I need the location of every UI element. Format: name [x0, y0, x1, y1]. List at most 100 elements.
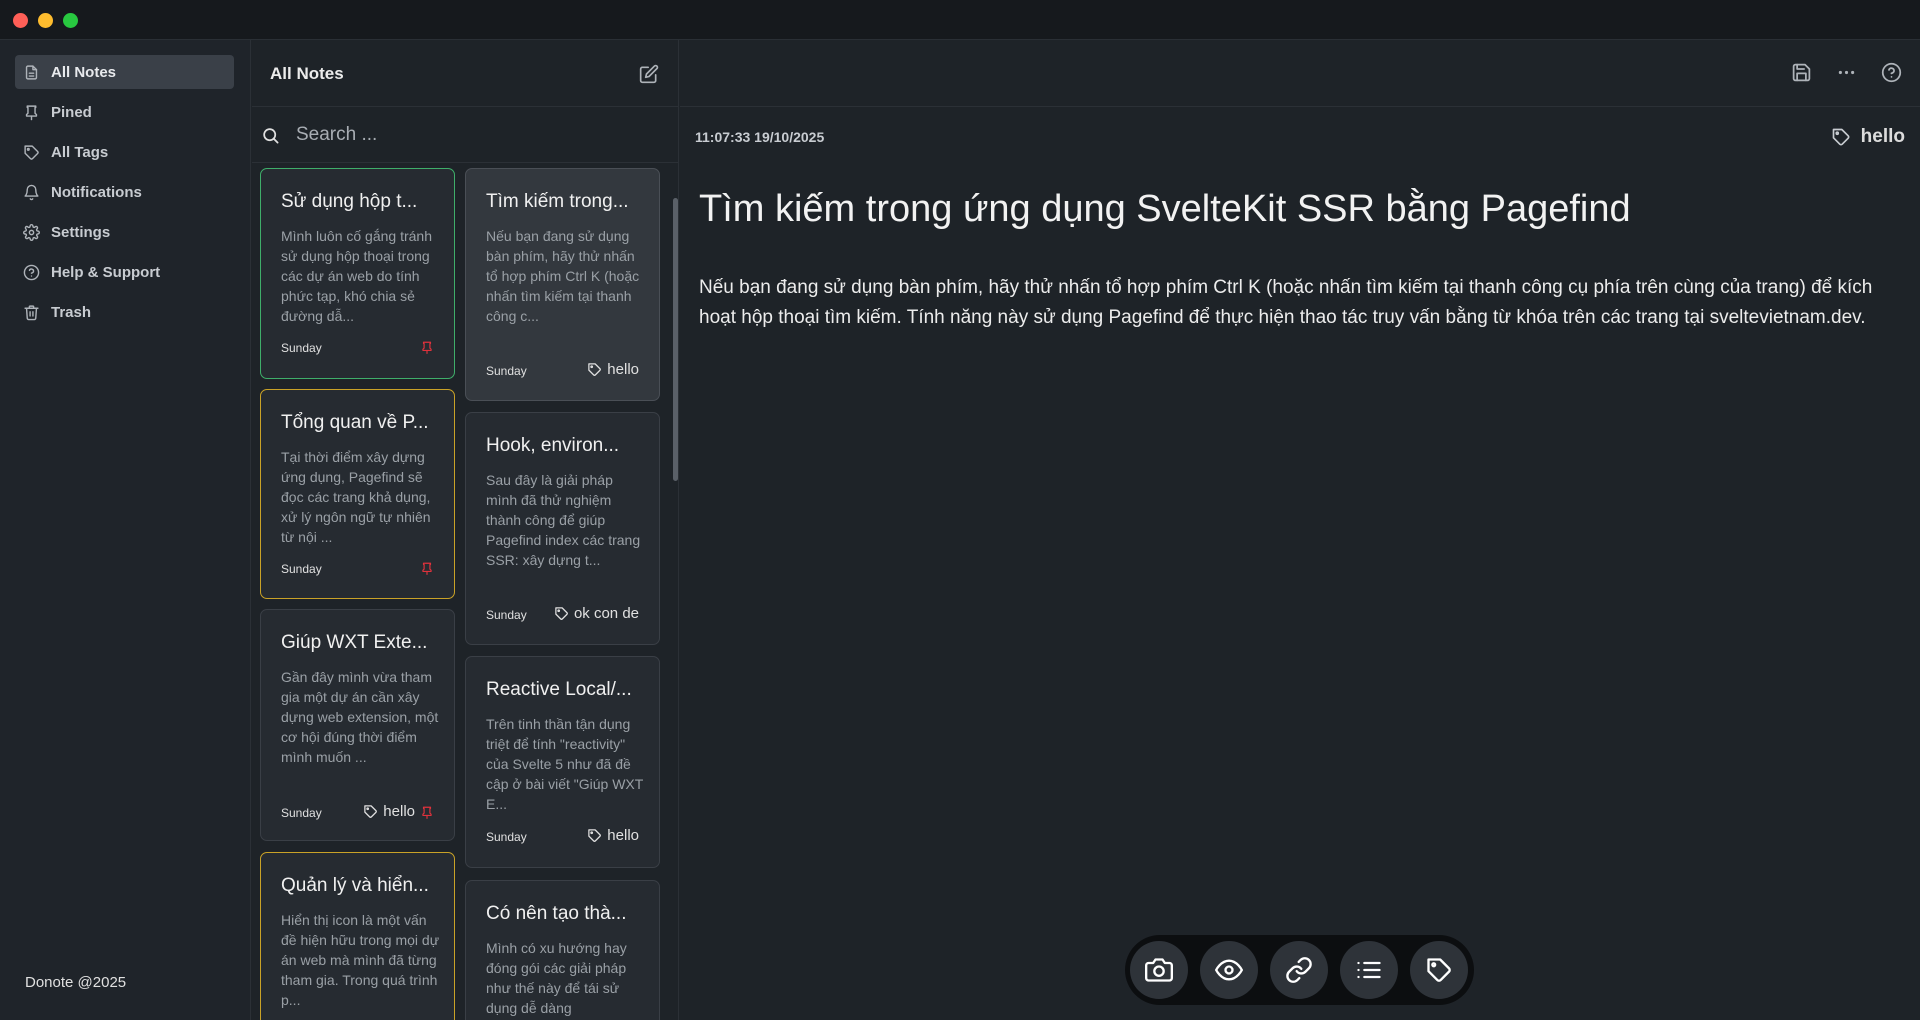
note-body[interactable]: Nếu bạn đang sử dụng bàn phím, hãy thử n… [699, 273, 1904, 333]
note-tag-label: ok con de [573, 605, 639, 622]
sidebar-item-help-support[interactable]: Help & Support [15, 255, 234, 289]
preview-button[interactable] [1200, 941, 1258, 999]
note-card[interactable]: Reactive Local/... Trên tinh thần tận dụ… [465, 656, 660, 868]
search-input[interactable] [296, 120, 656, 150]
note-date: Sunday [486, 364, 527, 378]
eye-icon [1215, 959, 1243, 981]
note-title: Có nên tạo thà... [486, 903, 627, 924]
note-card[interactable]: Hook, environ... Sau đây là giải pháp mì… [465, 412, 660, 645]
note-tag-label: hello [1860, 126, 1905, 147]
link-button[interactable] [1270, 941, 1328, 999]
list-header: All Notes [252, 40, 679, 107]
note-title: Tìm kiếm trong... [486, 191, 629, 212]
note-card[interactable]: Tổng quan về P... Tại thời điểm xây dựng… [260, 389, 455, 599]
sidebar-item-settings[interactable]: Settings [15, 215, 234, 249]
footer-copyright: Donote @2025 [25, 974, 127, 991]
note-title: Reactive Local/... [486, 679, 632, 700]
list-icon [1357, 961, 1381, 979]
tag-icon [588, 829, 602, 842]
list-title: All Notes [270, 64, 344, 83]
sidebar-item-pined[interactable]: Pined [15, 95, 234, 129]
note-excerpt: Sau đây là giải pháp mình đã thử nghiệm … [486, 472, 641, 568]
tag-icon [555, 607, 568, 620]
note-title: Sử dụng hộp t... [281, 191, 418, 212]
sidebar-item-label: Pined [51, 103, 92, 121]
list-scrollbar[interactable] [673, 198, 678, 481]
editor-toolbar [680, 40, 1920, 107]
pin-icon[interactable] [420, 805, 434, 820]
bottom-toolbar [1125, 935, 1474, 1005]
help-icon[interactable] [1881, 62, 1902, 83]
note-excerpt: Mình có xu hướng hay đóng gói các giải p… [486, 940, 627, 1016]
note-editor: 11:07:33 19/10/2025 hello Tìm kiếm trong… [680, 40, 1920, 1020]
note-card[interactable]: Giúp WXT Exte... Gần đây mình vừa tham g… [260, 609, 455, 841]
note-tag[interactable]: hello [363, 803, 415, 820]
sidebar-item-label: Notifications [51, 183, 142, 201]
minimize-window-button[interactable] [38, 13, 53, 28]
note-excerpt: Gần đây mình vừa tham gia một dự án cần … [281, 669, 439, 765]
note-title[interactable]: Tìm kiếm trong ứng dụng SvelteKit SSR bằ… [699, 188, 1631, 231]
pin-icon[interactable] [420, 340, 434, 355]
note-tag-label: hello [607, 361, 639, 378]
note-excerpt: Trên tinh thần tận dụng triệt để tính "r… [486, 716, 644, 812]
compose-icon[interactable] [639, 64, 659, 84]
file-icon [25, 64, 38, 80]
note-card[interactable]: Có nên tạo thà... Mình có xu hướng hay đ… [465, 880, 660, 1020]
list-button[interactable] [1340, 941, 1398, 999]
sidebar-item-all-notes[interactable]: All Notes [15, 55, 234, 89]
note-excerpt: Nếu bạn đang sử dụng bàn phím, hãy thử n… [486, 228, 640, 324]
tag-icon [1427, 958, 1451, 982]
note-title: Hook, environ... [486, 435, 620, 456]
search-icon [263, 128, 279, 144]
sidebar-item-all-tags[interactable]: All Tags [15, 135, 234, 169]
more-icon[interactable] [1836, 62, 1857, 83]
note-excerpt: Tại thời điểm xây dựng ứng dụng, Pagefin… [281, 449, 431, 545]
tag-button[interactable] [1410, 941, 1468, 999]
tag-icon [364, 805, 378, 818]
note-date: Sunday [281, 806, 322, 820]
sidebar-item-label: All Tags [51, 143, 109, 161]
sidebar: All Notes Pined All Tags Notifications S… [0, 40, 251, 1020]
note-excerpt: Hiển thị icon là một vấn đề hiện hữu tro… [281, 912, 440, 1008]
note-tag[interactable]: hello [587, 361, 639, 378]
note-excerpt: Mình luôn cố gắng tránh sử dụng hộp thoạ… [281, 228, 432, 324]
note-tag[interactable]: ok con de [554, 605, 639, 622]
maximize-window-button[interactable] [63, 13, 78, 28]
note-card[interactable]: Sử dụng hộp t... Mình luôn cố gắng tránh… [260, 168, 455, 379]
note-list-panel: All Notes Sử dụng hộp t... Mình luôn cố … [252, 40, 679, 1020]
note-date: Sunday [486, 608, 527, 622]
note-tag[interactable]: hello [587, 827, 639, 844]
pin-icon [25, 104, 38, 120]
tag-icon [1832, 128, 1850, 146]
camera-icon [1145, 958, 1173, 982]
sidebar-item-notifications[interactable]: Notifications [15, 175, 234, 209]
note-date: Sunday [281, 562, 322, 576]
help-circle-icon [23, 264, 40, 280]
sidebar-item-label: Help & Support [51, 263, 161, 281]
sidebar-item-label: All Notes [51, 63, 117, 81]
note-card[interactable]: Quản lý và hiển... Hiển thị icon là một … [260, 852, 455, 1020]
camera-button[interactable] [1130, 941, 1188, 999]
note-date: Sunday [281, 341, 322, 355]
search-bar [252, 108, 679, 163]
note-title: Quản lý và hiển... [281, 875, 429, 896]
save-icon[interactable] [1791, 62, 1812, 83]
gear-icon [23, 223, 40, 241]
note-title: Giúp WXT Exte... [281, 632, 428, 653]
note-date: Sunday [486, 830, 527, 844]
title-bar [0, 0, 1920, 40]
trash-icon [24, 304, 39, 320]
close-window-button[interactable] [13, 13, 28, 28]
sidebar-item-label: Trash [51, 303, 92, 321]
pin-icon[interactable] [420, 561, 434, 576]
note-card-selected[interactable]: Tìm kiếm trong... Nếu bạn đang sử dụng b… [465, 168, 660, 401]
tag-icon [24, 144, 39, 160]
sidebar-item-trash[interactable]: Trash [15, 295, 234, 329]
note-tag[interactable]: hello [1831, 126, 1905, 148]
note-title: Tổng quan về P... [281, 412, 429, 433]
tag-icon [588, 363, 602, 376]
note-tag-label: hello [383, 803, 415, 820]
link-icon [1286, 957, 1312, 983]
bell-icon [24, 184, 39, 200]
note-timestamp: 11:07:33 19/10/2025 [695, 129, 825, 145]
